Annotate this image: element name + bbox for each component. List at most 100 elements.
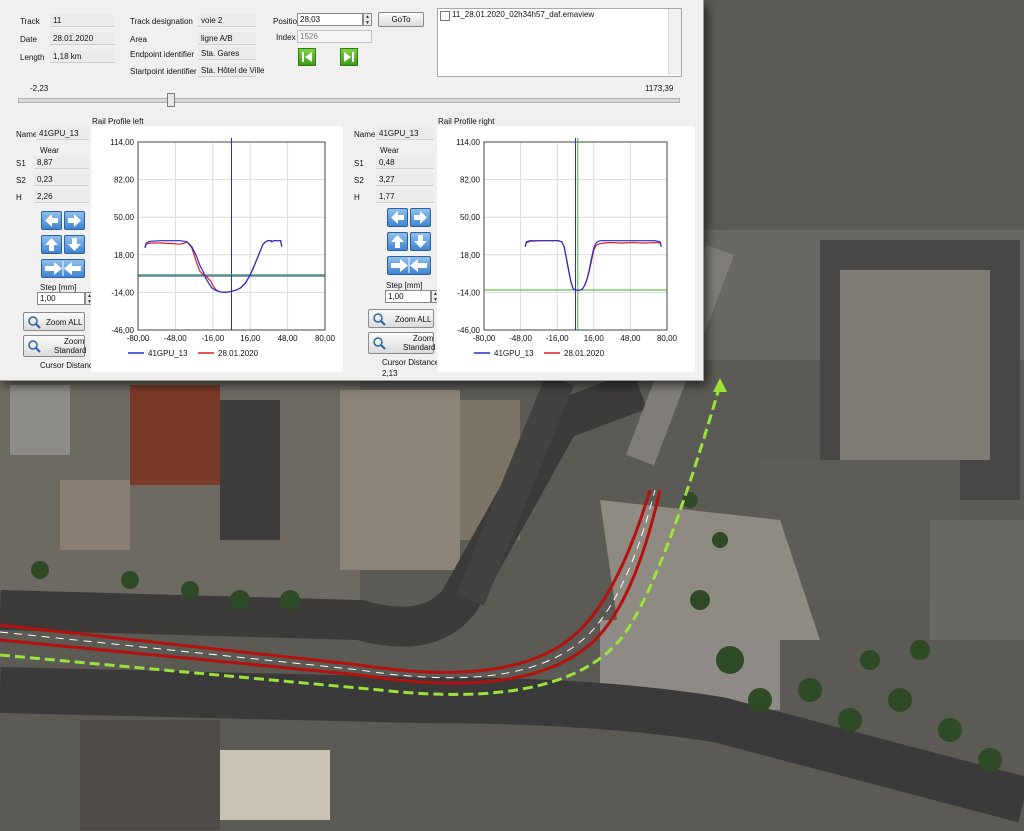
y-tick-label: -14,00 (457, 288, 480, 297)
right-move-left-button[interactable] (387, 208, 408, 227)
align-center-icon (45, 261, 81, 276)
zoom-icon (28, 316, 41, 329)
area-label: Area (130, 35, 147, 44)
left-move-down-button[interactable] (64, 235, 85, 254)
align-center-icon (391, 258, 427, 273)
right-s2-value: 3,27 (376, 173, 434, 186)
series-line-reference (144, 240, 283, 294)
right-cursor-value: 2,13 (382, 369, 398, 378)
file-checkbox[interactable] (440, 11, 450, 21)
legend-label: 28.01.2020 (218, 349, 259, 358)
left-wear-label: Wear (40, 146, 59, 155)
series-line-reference (524, 240, 662, 291)
legend-label: 41GPU_13 (148, 349, 188, 358)
x-tick-label: 48,00 (620, 334, 641, 343)
x-tick-label: -80,00 (473, 334, 496, 343)
right-step-input[interactable]: 1,00 (385, 290, 431, 303)
length-value: 1,18 km (50, 50, 115, 63)
file-name[interactable]: 11_28.01.2020_02h34h57_daf.emaview (452, 10, 594, 19)
y-tick-label: -14,00 (111, 288, 134, 297)
file-list-scrollbar[interactable] (668, 9, 681, 75)
x-tick-label: -48,00 (509, 334, 532, 343)
y-tick-label: 50,00 (460, 213, 481, 222)
slider-max-label: 1173,39 (645, 84, 674, 93)
goto-button[interactable]: GoTo (378, 12, 424, 27)
left-zoom-all-button[interactable]: Zoom ALL (23, 312, 85, 331)
left-cursor-label: Cursor Distance (40, 361, 98, 370)
last-record-button[interactable] (340, 48, 358, 66)
y-tick-label: 82,00 (460, 176, 481, 185)
right-chart-title: Rail Profile right (438, 117, 495, 126)
left-move-left-button[interactable] (41, 211, 62, 230)
date-value: 28.01.2020 (50, 32, 115, 45)
arrow-right-icon (68, 214, 81, 227)
right-step-label: Step [mm] (386, 281, 423, 290)
position-spinner[interactable]: ▲ ▼ (363, 13, 372, 26)
y-tick-label: 82,00 (114, 176, 135, 185)
length-label: Length (20, 53, 45, 62)
left-s2-value: 0,23 (34, 173, 89, 186)
track-value: 11 (50, 14, 115, 27)
endpoint-label: Endpoint identifier (130, 50, 195, 59)
x-tick-label: -16,00 (546, 334, 569, 343)
left-zoom-standard-label-1: Zoom (64, 337, 85, 346)
area-value: ligne A/B (198, 32, 256, 45)
date-label: Date (20, 35, 37, 44)
right-zoom-standard-label-2: Standard (403, 343, 436, 352)
rail-profile-window: Track 11 Date 28.01.2020 Length 1,18 km … (0, 0, 704, 381)
left-zoom-standard-button[interactable]: Zoom Standard (23, 335, 86, 357)
right-rail-profile-chart[interactable]: -80,00 -48,00 -16,00 16,00 48,00 80,00 114,00 8… (437, 126, 695, 372)
left-move-up-button[interactable] (41, 235, 62, 254)
position-input[interactable]: 28,03 (297, 13, 363, 26)
left-zoom-all-label: Zoom ALL (46, 318, 83, 327)
first-record-button[interactable] (298, 48, 316, 66)
index-input[interactable]: 1526 (297, 30, 372, 43)
position-slider-thumb[interactable] (166, 93, 175, 107)
x-tick-label: -80,00 (127, 334, 150, 343)
legend-label: 28.01.2020 (564, 349, 605, 358)
file-list[interactable]: 11_28.01.2020_02h34h57_daf.emaview (437, 8, 682, 77)
left-s2-label: S2 (16, 176, 26, 185)
right-move-down-button[interactable] (410, 232, 431, 251)
right-name-value: 41GPU_13 (376, 127, 434, 140)
y-tick-label: -46,00 (111, 326, 134, 335)
right-zoom-standard-button[interactable]: Zoom Standard (368, 332, 436, 354)
endpoint-value: Sta. Gares (198, 47, 256, 60)
track-designation-value: voie 2 (198, 14, 256, 27)
left-h-label: H (16, 193, 22, 202)
x-tick-label: 16,00 (240, 334, 261, 343)
arrow-down-icon (68, 238, 81, 251)
left-rail-profile-chart[interactable]: -80,00 -48,00 -16,00 16,00 48,00 80,00 114,00 8… (91, 126, 343, 372)
skip-last-icon (344, 52, 354, 62)
y-tick-label: 18,00 (460, 251, 481, 260)
slider-min-label: -2,23 (30, 84, 49, 93)
x-tick-label: -48,00 (164, 334, 187, 343)
y-tick-label: -46,00 (457, 326, 480, 335)
right-s2-label: S2 (354, 176, 364, 185)
y-tick-label: 18,00 (114, 251, 135, 260)
left-align-button[interactable] (41, 259, 85, 278)
position-slider-track[interactable] (18, 98, 680, 103)
right-move-up-button[interactable] (387, 232, 408, 251)
track-label: Track (20, 17, 40, 26)
zoom-icon (28, 340, 41, 353)
zoom-icon (373, 313, 386, 326)
right-align-button[interactable] (387, 256, 431, 275)
left-wear-panel: Name 41GPU_13 Wear S1 8,87 S2 0,23 H 2,2… (12, 125, 97, 375)
y-tick-label: 114,00 (110, 138, 134, 147)
right-name-label: Name (354, 130, 376, 139)
right-zoom-all-label: Zoom ALL (395, 315, 432, 324)
right-zoom-all-button[interactable]: Zoom ALL (368, 309, 434, 328)
right-wear-panel: Name 41GPU_13 Wear S1 0,48 S2 3,27 H 1,7… (352, 125, 440, 378)
left-name-label: Name (16, 130, 38, 139)
right-h-label: H (354, 193, 360, 202)
left-h-value: 2,26 (34, 190, 89, 203)
left-move-right-button[interactable] (64, 211, 85, 230)
left-step-input[interactable]: 1,00 (37, 292, 85, 305)
x-tick-label: 48,00 (278, 334, 299, 343)
right-move-right-button[interactable] (410, 208, 431, 227)
arrow-up-icon (391, 235, 404, 248)
right-s1-label: S1 (354, 159, 364, 168)
index-label: Index (276, 33, 296, 42)
y-tick-label: 50,00 (114, 213, 135, 222)
